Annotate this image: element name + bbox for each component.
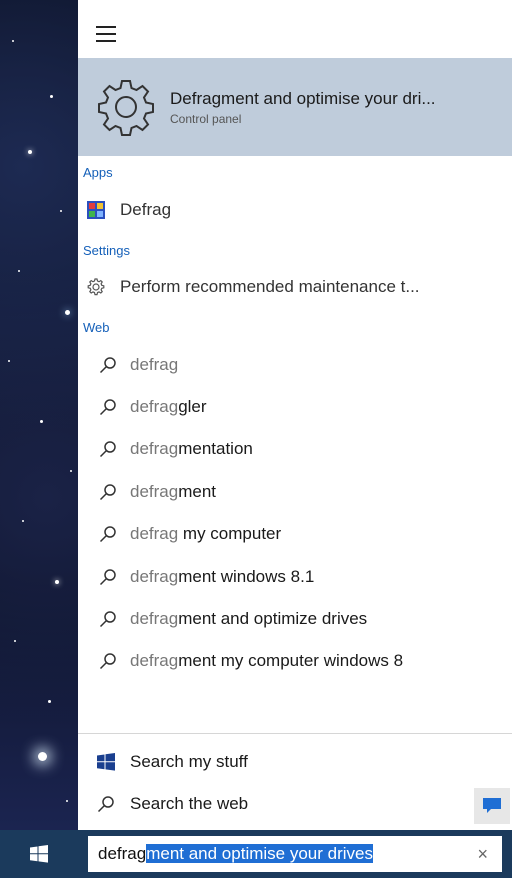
suggestion-typed-part: defrag xyxy=(130,609,179,628)
section-header-apps: Apps xyxy=(83,165,113,180)
suggestion-completion: ment and optimize drives xyxy=(178,609,368,628)
web-suggestion-label: defragmentation xyxy=(130,439,253,459)
search-icon xyxy=(96,649,120,673)
star xyxy=(65,310,70,315)
star xyxy=(18,270,20,272)
search-icon xyxy=(94,792,118,816)
search-typed-text: defrag xyxy=(98,844,147,863)
search-icon xyxy=(96,607,120,631)
clear-icon[interactable]: × xyxy=(477,844,488,865)
search-icon xyxy=(96,565,120,589)
suggestion-completion: ment windows 8.1 xyxy=(178,567,315,586)
suggestion-completion: my computer xyxy=(178,524,282,543)
settings-gear-icon xyxy=(84,275,108,299)
hamburger-menu-icon[interactable] xyxy=(96,26,116,42)
star xyxy=(14,640,16,642)
search-icon xyxy=(96,522,120,546)
star xyxy=(22,520,24,522)
suggestion-completion: mentation xyxy=(178,439,253,458)
star xyxy=(66,800,68,802)
search-my-stuff-label: Search my stuff xyxy=(130,752,248,771)
web-suggestion[interactable]: defragmentation xyxy=(78,429,512,469)
web-suggestion-label: defragment my computer windows 8 xyxy=(130,651,403,671)
star xyxy=(8,360,10,362)
star xyxy=(38,752,47,761)
suggestion-typed-part: defrag xyxy=(130,482,179,501)
web-suggestion-label: defragment xyxy=(130,482,216,502)
web-suggestion[interactable]: defragment and optimize drives xyxy=(78,599,512,639)
search-my-stuff-button[interactable]: Search my stuff xyxy=(78,742,458,782)
web-suggestion[interactable]: defragment xyxy=(78,472,512,512)
star xyxy=(70,470,72,472)
web-suggestion[interactable]: defrag xyxy=(78,345,512,385)
section-header-settings: Settings xyxy=(83,243,130,258)
star xyxy=(28,150,32,154)
search-icon xyxy=(96,480,120,504)
suggestion-completion: ment my computer windows 8 xyxy=(178,651,404,670)
search-the-web-button[interactable]: Search the web xyxy=(78,784,458,824)
section-header-web: Web xyxy=(83,320,110,335)
suggestion-typed-part: defrag xyxy=(130,439,179,458)
search-results-panel: Defragment and optimise your dri... Cont… xyxy=(78,0,512,830)
best-match-title-rest: ment and optimise your dri... xyxy=(221,88,436,108)
windows-logo-icon xyxy=(94,750,118,774)
suggestion-typed-part: defrag xyxy=(130,524,179,543)
star xyxy=(40,420,43,423)
web-suggestion-label: defrag xyxy=(130,355,178,375)
web-suggestion[interactable]: defragment windows 8.1 xyxy=(78,557,512,597)
taskbar: defragment and optimise your drives × xyxy=(0,830,512,878)
settings-result-label: Perform recommended maintenance t... xyxy=(120,277,420,296)
star xyxy=(55,580,59,584)
suggestion-completion: ment xyxy=(178,482,216,501)
best-match-title-typed: Defrag xyxy=(170,88,222,108)
best-match-title: Defragment and optimise your dri... xyxy=(170,89,436,109)
chat-bubble-icon xyxy=(483,798,501,813)
gear-icon xyxy=(90,71,162,143)
feedback-button[interactable] xyxy=(474,788,510,824)
search-icon xyxy=(96,353,120,377)
search-icon xyxy=(96,437,120,461)
star xyxy=(50,95,53,98)
star xyxy=(60,210,62,212)
best-match-result[interactable]: Defragment and optimise your dri... Cont… xyxy=(78,58,512,156)
suggestion-completion: gler xyxy=(178,397,207,416)
app-result-label: Defrag xyxy=(120,200,172,219)
web-suggestion[interactable]: defrag my computer xyxy=(78,514,512,554)
defrag-app-icon xyxy=(84,198,108,222)
web-suggestion-label: defrag my computer xyxy=(130,524,281,544)
web-suggestion[interactable]: defraggler xyxy=(78,387,512,427)
search-icon xyxy=(96,395,120,419)
suggestion-typed-part: defrag xyxy=(130,397,179,416)
best-match-subtitle: Control panel xyxy=(170,111,242,126)
search-the-web-label: Search the web xyxy=(130,794,249,813)
search-input-value: defragment and optimise your drives xyxy=(98,844,373,864)
divider xyxy=(78,733,512,734)
suggestion-typed-part: defrag xyxy=(130,651,179,670)
web-suggestion-label: defragment windows 8.1 xyxy=(130,567,314,587)
web-suggestion[interactable]: defragment my computer windows 8 xyxy=(78,641,512,681)
search-input[interactable]: defragment and optimise your drives × xyxy=(88,836,502,872)
suggestion-typed-part: defrag xyxy=(130,567,179,586)
app-result-defrag[interactable]: Defrag xyxy=(78,190,512,230)
desktop-background xyxy=(0,0,78,830)
suggestion-typed-part: defrag xyxy=(130,355,179,374)
windows-logo-icon xyxy=(30,845,48,863)
star xyxy=(12,40,14,42)
web-suggestion-label: defragment and optimize drives xyxy=(130,609,367,629)
web-suggestion-label: defraggler xyxy=(130,397,207,417)
start-button[interactable] xyxy=(0,830,78,878)
star xyxy=(48,700,51,703)
search-selected-completion: ment and optimise your drives xyxy=(146,844,373,863)
settings-result-maintenance[interactable]: Perform recommended maintenance t... xyxy=(78,267,512,307)
